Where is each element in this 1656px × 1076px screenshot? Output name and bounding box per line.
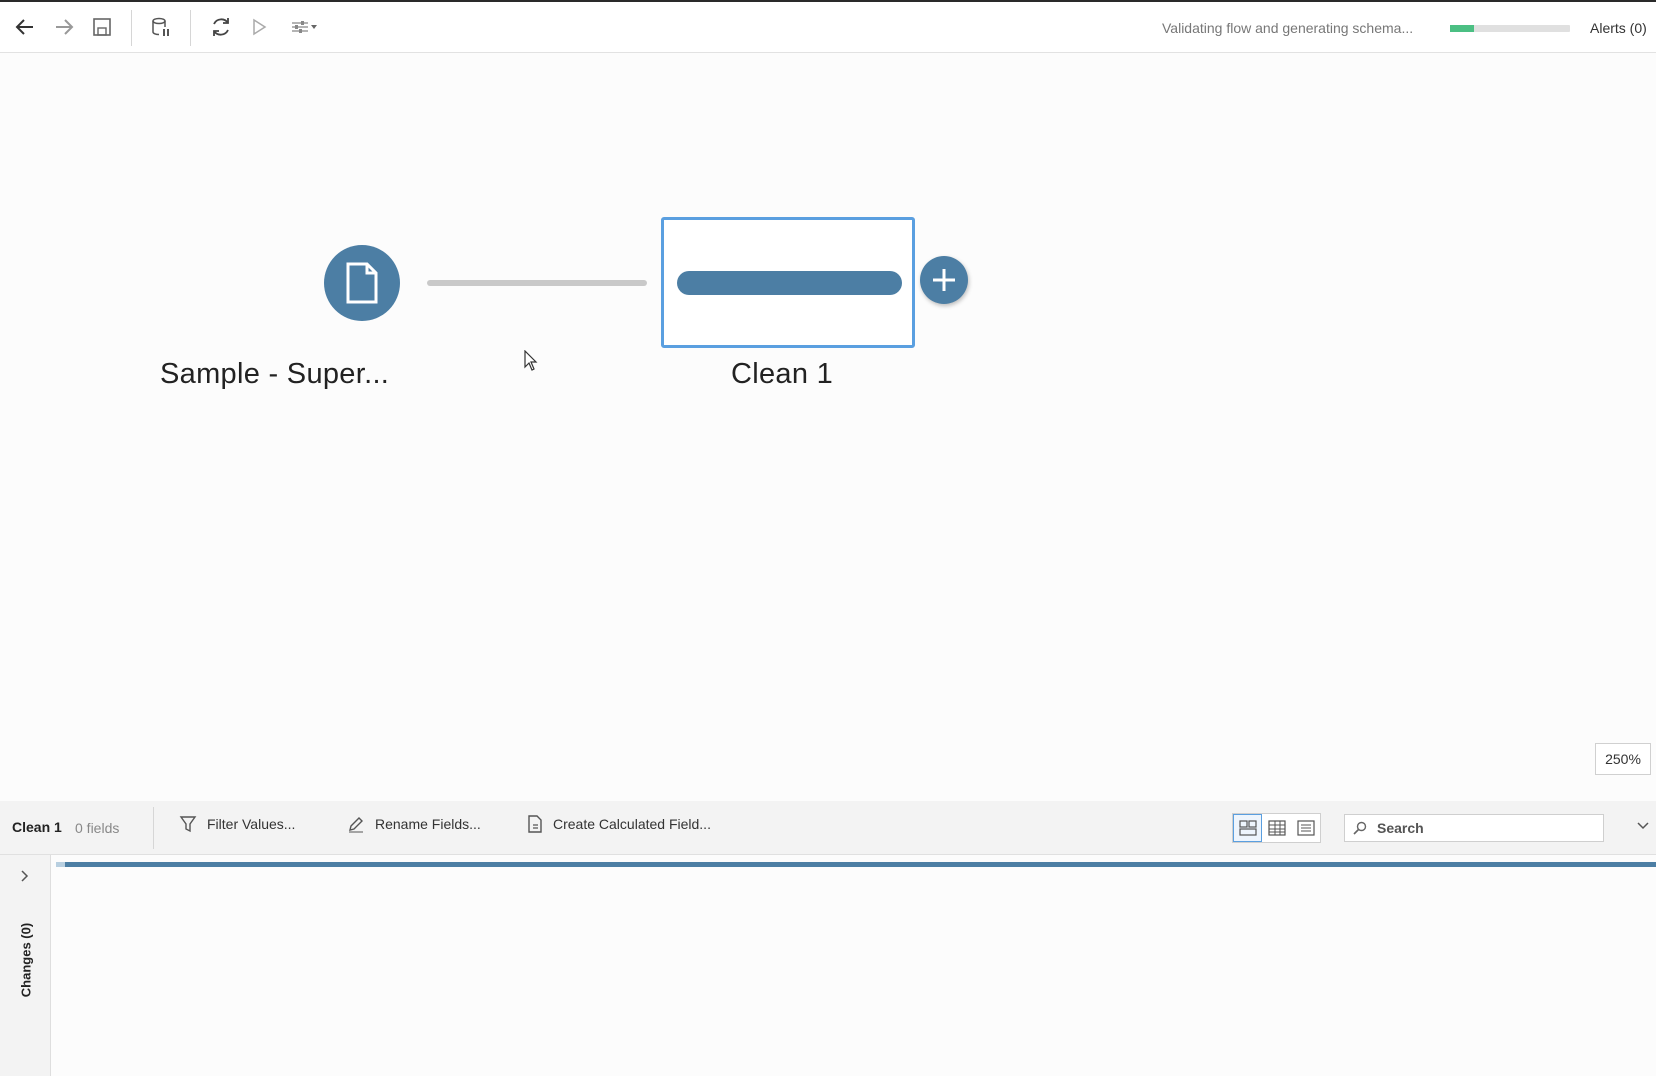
rename-fields-button[interactable]: Rename Fields... bbox=[347, 815, 481, 833]
input-step-node[interactable] bbox=[324, 245, 400, 321]
save-icon bbox=[93, 18, 111, 36]
field-search-box[interactable] bbox=[1344, 814, 1604, 842]
toolbar-divider bbox=[153, 807, 154, 849]
rename-fields-label: Rename Fields... bbox=[375, 816, 481, 832]
clean-step-node[interactable] bbox=[661, 217, 915, 348]
zoom-level-control[interactable]: 250% bbox=[1595, 743, 1651, 775]
list-view-button[interactable] bbox=[1262, 814, 1291, 842]
pause-data-updates-button[interactable] bbox=[146, 12, 176, 42]
profile-pane bbox=[51, 855, 1656, 1076]
validation-progress-bar bbox=[1450, 25, 1570, 32]
profile-pane-icon bbox=[1238, 820, 1257, 836]
filter-values-label: Filter Values... bbox=[207, 816, 296, 832]
chevron-right-icon[interactable] bbox=[18, 869, 32, 883]
view-mode-toggle bbox=[1232, 813, 1321, 843]
save-button[interactable] bbox=[87, 12, 117, 42]
chevron-down-icon[interactable] bbox=[1636, 819, 1650, 833]
input-step-label[interactable]: Sample - Super... bbox=[160, 358, 389, 391]
loading-indicator-cap bbox=[56, 862, 65, 867]
caret-down-icon bbox=[311, 25, 317, 29]
flow-options-dropdown[interactable] bbox=[286, 12, 322, 42]
field-count: 0 fields bbox=[75, 820, 120, 836]
changes-panel: Changes (0) bbox=[0, 855, 51, 1076]
search-input[interactable] bbox=[1375, 819, 1579, 837]
refresh-button[interactable] bbox=[206, 12, 236, 42]
pencil-icon bbox=[349, 817, 363, 833]
data-grid-view-button[interactable] bbox=[1291, 814, 1320, 842]
filter-icon bbox=[179, 816, 197, 833]
file-icon bbox=[346, 262, 378, 304]
clean-step-bar bbox=[677, 271, 902, 295]
search-icon bbox=[1353, 821, 1367, 835]
clean-step-label[interactable]: Clean 1 bbox=[731, 358, 833, 391]
profile-toolbar: Clean 1 0 fields Filter Values... Rename… bbox=[0, 801, 1656, 855]
top-toolbar: Validating flow and generating schema...… bbox=[0, 0, 1656, 53]
play-icon bbox=[253, 18, 267, 36]
mouse-cursor-icon bbox=[524, 350, 538, 371]
plus-icon bbox=[933, 269, 955, 291]
profile-view-button[interactable] bbox=[1233, 814, 1262, 842]
sliders-icon bbox=[292, 21, 308, 33]
forward-button[interactable] bbox=[49, 12, 79, 42]
calculated-field-icon bbox=[528, 815, 542, 833]
flow-connector-line[interactable] bbox=[427, 280, 647, 286]
validation-status-text: Validating flow and generating schema... bbox=[1162, 20, 1414, 36]
run-flow-button[interactable] bbox=[244, 12, 274, 42]
step-name: Clean 1 bbox=[12, 819, 62, 835]
table-icon bbox=[1267, 820, 1286, 836]
changes-panel-label[interactable]: Changes (0) bbox=[19, 923, 34, 997]
create-calculated-field-label: Create Calculated Field... bbox=[553, 816, 711, 832]
database-pause-icon bbox=[152, 17, 169, 36]
progress-fill bbox=[1450, 25, 1474, 32]
toolbar-divider bbox=[190, 10, 191, 46]
refresh-icon bbox=[213, 18, 229, 36]
add-step-button[interactable] bbox=[920, 256, 968, 304]
toolbar-divider bbox=[131, 10, 132, 46]
back-button[interactable] bbox=[10, 12, 40, 42]
arrow-right-icon bbox=[56, 19, 74, 35]
arrow-left-icon bbox=[15, 19, 33, 35]
create-calculated-field-button[interactable]: Create Calculated Field... bbox=[527, 815, 711, 833]
loading-indicator-bar bbox=[56, 862, 1656, 867]
alerts-button[interactable]: Alerts (0) bbox=[1590, 20, 1647, 36]
flow-canvas[interactable]: Sample - Super... Clean 1 250% bbox=[0, 53, 1656, 801]
list-icon bbox=[1296, 820, 1315, 836]
filter-values-button[interactable]: Filter Values... bbox=[179, 815, 295, 833]
